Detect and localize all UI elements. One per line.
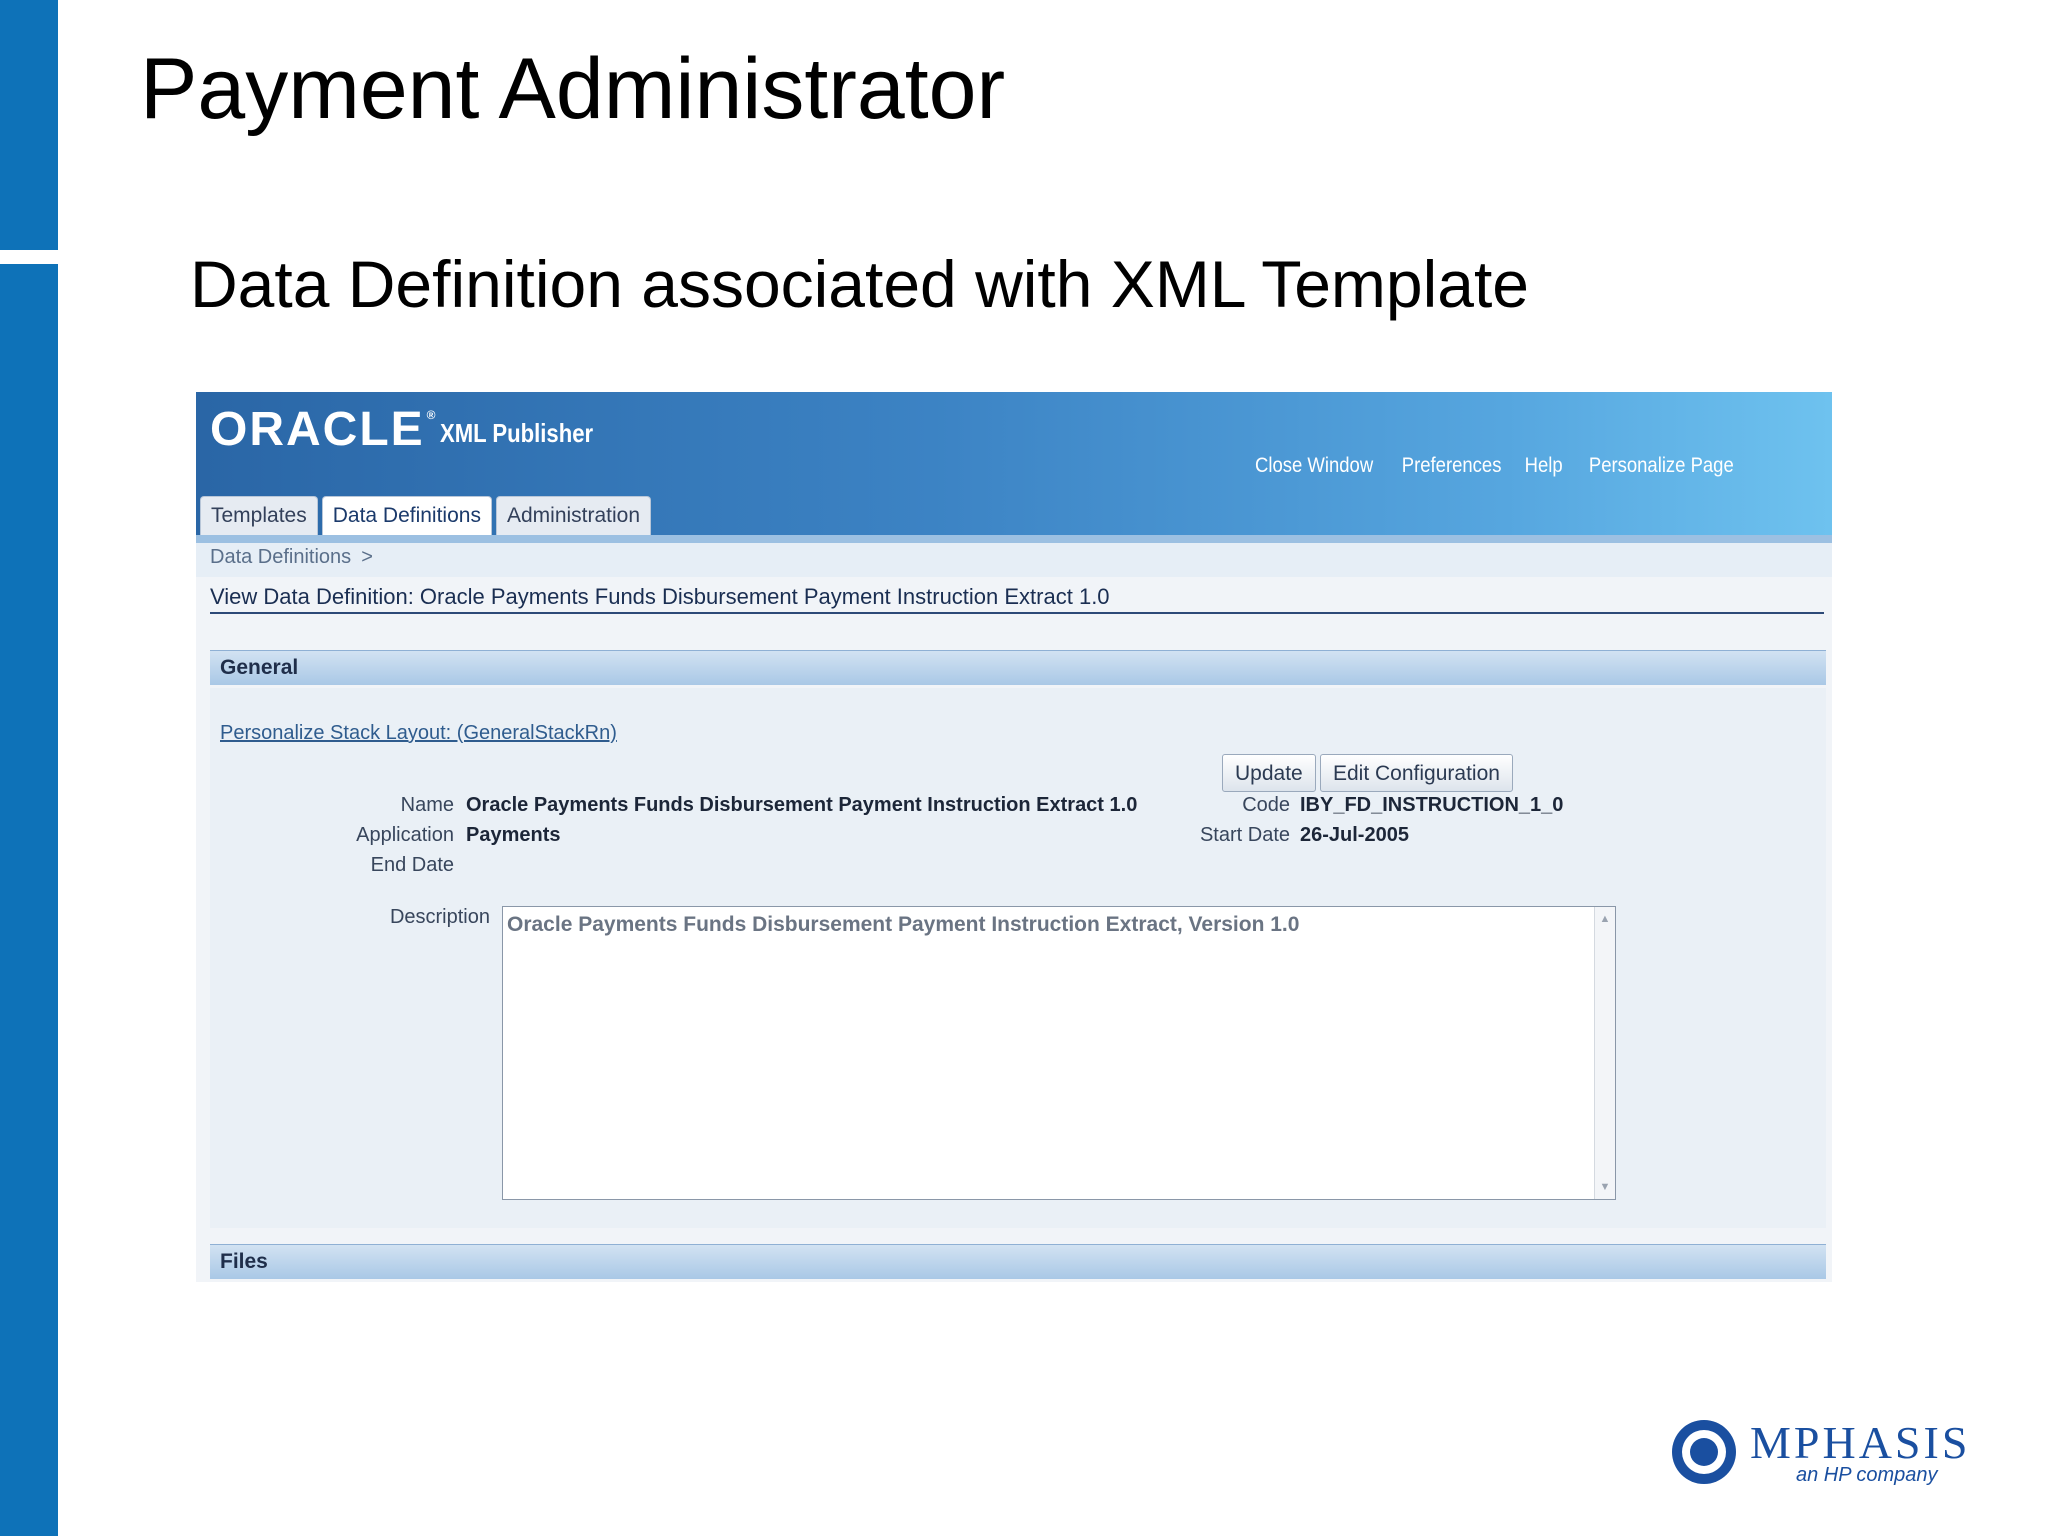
slide-subtitle: Data Definition associated with XML Temp… <box>190 247 1530 321</box>
end-date-label: End Date <box>370 854 454 876</box>
banner-strip <box>196 535 1832 543</box>
general-section-title: General <box>220 656 299 679</box>
mphasis-wordmark: MPHASIS <box>1750 1417 1971 1468</box>
mphasis-emblem-icon <box>1672 1420 1736 1484</box>
code-label: Code <box>1242 794 1290 816</box>
breadcrumb-bar <box>196 543 1832 577</box>
name-label: Name <box>400 794 454 816</box>
tab-templates[interactable]: Templates <box>200 496 318 535</box>
personalize-page-link[interactable]: Personalize Page <box>1589 454 1734 478</box>
page-header: View Data Definition: Oracle Payments Fu… <box>210 584 1110 609</box>
description-text: Oracle Payments Funds Disbursement Payme… <box>507 913 1300 936</box>
tab-bar: Templates Data Definitions Administratio… <box>200 496 652 535</box>
slide-accent-bar-top <box>0 0 58 250</box>
mphasis-logo: MPHASIS an HP company <box>1672 1416 1967 1488</box>
close-window-link[interactable]: Close Window <box>1255 454 1373 478</box>
breadcrumb-data-definitions[interactable]: Data Definitions <box>210 546 351 568</box>
start-date-label: Start Date <box>1199 824 1290 846</box>
help-link[interactable]: Help <box>1525 454 1563 478</box>
breadcrumb: Data Definitions > <box>210 546 373 569</box>
oracle-logo: ORACLE ® <box>210 402 438 457</box>
scroll-up-arrow-icon[interactable]: ▲ <box>1597 911 1613 927</box>
preferences-link[interactable]: Preferences <box>1402 454 1502 478</box>
application-value: Payments <box>466 824 561 846</box>
description-scrollbar[interactable]: ▲ ▼ <box>1594 907 1615 1199</box>
oracle-logo-text: ORACLE <box>210 403 425 456</box>
header-divider <box>210 612 1824 614</box>
registered-mark: ® <box>426 408 438 422</box>
mphasis-tagline: an HP company <box>1796 1464 1938 1486</box>
edit-configuration-button[interactable]: Edit Configuration <box>1320 754 1513 792</box>
files-section-title: Files <box>220 1250 268 1273</box>
breadcrumb-separator: > <box>361 546 373 568</box>
update-button[interactable]: Update <box>1222 754 1316 792</box>
app-banner: ORACLE ® XML Publisher Close Window Prefe… <box>196 392 1832 542</box>
tab-data-definitions[interactable]: Data Definitions <box>321 496 492 535</box>
tab-administration[interactable]: Administration <box>495 496 652 535</box>
slide-title: Payment Administrator <box>140 41 1006 137</box>
general-section-header: General <box>210 650 1826 685</box>
global-links: Close Window Preferences Help Personaliz… <box>1247 454 1744 478</box>
scroll-down-arrow-icon[interactable]: ▼ <box>1597 1179 1613 1195</box>
code-value: IBY_FD_INSTRUCTION_1_0 <box>1300 794 1564 816</box>
description-label: Description <box>389 906 490 928</box>
product-name: XML Publisher <box>440 418 594 448</box>
slide-accent-bar-bottom <box>0 264 58 1536</box>
description-textarea[interactable]: Oracle Payments Funds Disbursement Payme… <box>502 906 1616 1200</box>
start-date-value: 26-Jul-2005 <box>1300 824 1409 846</box>
application-label: Application <box>356 824 454 846</box>
xml-publisher-screenshot: ORACLE ® XML Publisher Close Window Prefe… <box>196 392 1832 1282</box>
personalize-stack-layout-link[interactable]: Personalize Stack Layout: (GeneralStackR… <box>220 722 617 745</box>
name-value: Oracle Payments Funds Disbursement Payme… <box>466 794 1138 816</box>
files-section-header: Files <box>210 1244 1826 1279</box>
